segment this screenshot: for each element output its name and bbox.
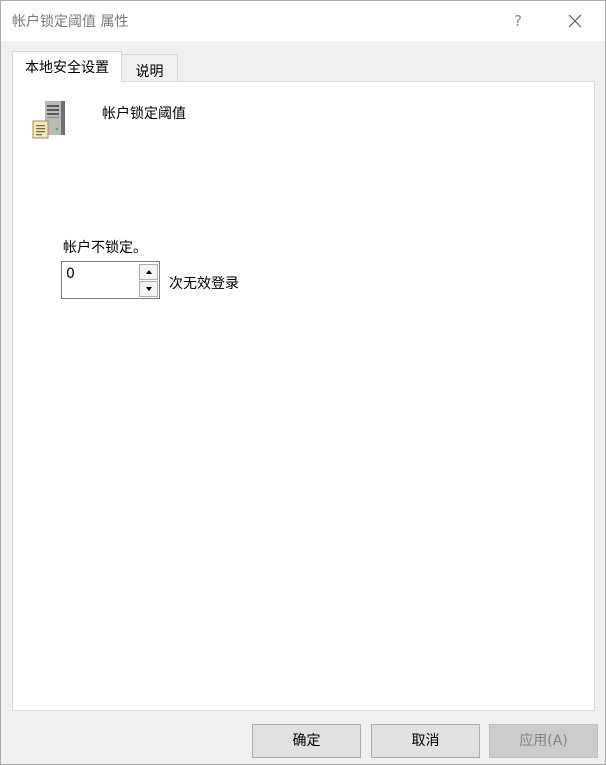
close-button[interactable] (557, 1, 593, 41)
stepper-down-button[interactable] (139, 281, 158, 297)
cancel-button[interactable]: 取消 (371, 724, 480, 758)
arrow-up-icon (146, 270, 152, 274)
tab-panel: 帐户锁定阈值 帐户不锁定。 次无效登录 (12, 81, 595, 711)
tab-bar: 本地安全设置 说明 (12, 51, 595, 82)
invalid-logons-label: 次无效登录 (169, 276, 239, 292)
window-title: 帐户锁定阈值 属性 (12, 14, 129, 30)
ok-button[interactable]: 确定 (252, 724, 361, 758)
stepper-up-button[interactable] (139, 264, 158, 280)
tab-local-security-setting[interactable]: 本地安全设置 (12, 51, 122, 82)
properties-dialog: 帐户锁定阈值 属性 ? 本地安全设置 说明 帐户锁定阈值 帐户不锁定。 0 次无… (0, 0, 606, 765)
title-bar: 帐户锁定阈值 属性 ? (1, 1, 605, 41)
threshold-stepper (61, 261, 160, 299)
help-button[interactable]: ? (501, 1, 535, 41)
policy-name: 帐户锁定阈值 (102, 106, 186, 122)
tab-explain[interactable]: 说明 (121, 54, 178, 82)
threshold-input[interactable] (62, 262, 138, 298)
apply-button[interactable]: 应用(A) (489, 724, 598, 758)
arrow-down-icon (146, 287, 152, 291)
close-icon (568, 14, 582, 28)
server-icon (31, 99, 71, 141)
lockout-status-label: 帐户不锁定。 (63, 240, 147, 256)
